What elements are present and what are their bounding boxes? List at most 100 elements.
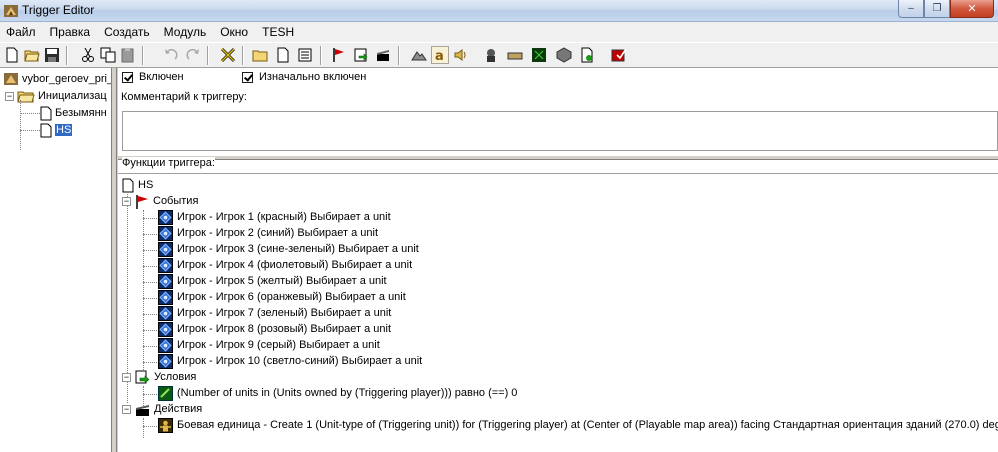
tree-category-label: Инициализац bbox=[38, 90, 107, 102]
new-comment-icon[interactable] bbox=[296, 46, 314, 64]
tree-item-label: HS bbox=[55, 124, 73, 136]
tree-map-label: vybor_geroev_pri_ bbox=[22, 73, 112, 85]
vertical-splitter[interactable] bbox=[112, 68, 117, 452]
player-event-icon bbox=[158, 305, 173, 321]
new-category-icon[interactable] bbox=[251, 46, 269, 64]
player-event-icon bbox=[158, 321, 173, 337]
enabled-checkbox[interactable]: Включен bbox=[122, 71, 184, 83]
action-row[interactable]: Боевая единица - Create 1 (Unit-type of … bbox=[158, 417, 998, 433]
new-trigger-icon[interactable] bbox=[274, 46, 292, 64]
event-row[interactable]: Игрок - Игрок 8 (розовый) Выбирает a uni… bbox=[158, 321, 391, 337]
close-button[interactable]: ✕ bbox=[950, 0, 994, 18]
tree-item-label: Безымянн bbox=[55, 107, 107, 119]
event-text: Игрок - Игрок 6 (оранжевый) Выбирает a u… bbox=[177, 291, 406, 303]
condition-icon bbox=[135, 370, 150, 384]
title-bar: Trigger Editor – ❐ ✕ bbox=[0, 0, 998, 22]
collapse-toggle[interactable]: − bbox=[122, 372, 131, 382]
event-row[interactable]: Игрок - Игрок 7 (зеленый) Выбирает a uni… bbox=[158, 305, 391, 321]
minimize-icon: – bbox=[908, 3, 914, 14]
delete-x-icon[interactable] bbox=[219, 46, 237, 64]
menu-create[interactable]: Создать bbox=[104, 25, 150, 39]
horizontal-splitter[interactable] bbox=[118, 155, 998, 160]
sound-editor-icon[interactable] bbox=[452, 46, 470, 64]
event-row[interactable]: Игрок - Игрок 4 (фиолетовый) Выбирает a … bbox=[158, 257, 412, 273]
svg-text:a: a bbox=[435, 49, 444, 63]
event-row[interactable]: Игрок - Игрок 5 (желтый) Выбирает a unit bbox=[158, 273, 387, 289]
menu-file[interactable]: Файл bbox=[6, 25, 36, 39]
menu-module[interactable]: Модуль bbox=[164, 25, 207, 39]
campaign-editor-icon[interactable] bbox=[506, 46, 524, 64]
event-text: Игрок - Игрок 3 (сине-зеленый) Выбирает … bbox=[177, 243, 419, 255]
collapse-toggle[interactable]: − bbox=[5, 91, 14, 101]
functions-root[interactable]: HS bbox=[122, 177, 153, 193]
event-text: Игрок - Игрок 7 (зеленый) Выбирает a uni… bbox=[177, 307, 392, 319]
event-text: Игрок - Игрок 2 (синий) Выбирает a unit bbox=[177, 227, 379, 239]
paste-icon[interactable] bbox=[119, 46, 137, 64]
event-row[interactable]: Игрок - Игрок 2 (синий) Выбирает a unit bbox=[158, 225, 378, 241]
menu-bar: Файл Правка Создать Модуль Окно TESH bbox=[0, 22, 998, 42]
trigger-file-icon bbox=[40, 123, 52, 137]
player-event-icon bbox=[158, 209, 173, 225]
toolbar: a bbox=[0, 42, 998, 68]
tree-map-root[interactable]: vybor_geroev_pri_ bbox=[3, 71, 112, 87]
player-event-icon bbox=[158, 353, 173, 369]
tree-item-hs[interactable]: HS bbox=[40, 122, 73, 138]
ai-editor-icon[interactable] bbox=[530, 46, 548, 64]
collapse-toggle[interactable]: − bbox=[122, 404, 131, 414]
events-label: События bbox=[153, 195, 199, 207]
player-event-icon bbox=[158, 337, 173, 353]
new-event-icon[interactable] bbox=[330, 46, 348, 64]
event-text: Игрок - Игрок 4 (фиолетовый) Выбирает a … bbox=[177, 259, 413, 271]
event-row[interactable]: Игрок - Игрок 3 (сине-зеленый) Выбирает … bbox=[158, 241, 419, 257]
menu-edit[interactable]: Правка bbox=[50, 25, 91, 39]
event-text: Игрок - Игрок 9 (серый) Выбирает a unit bbox=[177, 339, 380, 351]
redo-icon[interactable] bbox=[184, 46, 202, 64]
enabled-label: Включен bbox=[139, 71, 184, 83]
event-text: Игрок - Игрок 10 (светло-синий) Выбирает… bbox=[177, 355, 423, 367]
trigger-editor-icon[interactable]: a bbox=[431, 46, 449, 64]
open-folder-icon[interactable] bbox=[23, 46, 41, 64]
menu-tesh[interactable]: TESH bbox=[262, 25, 294, 39]
event-row[interactable]: Игрок - Игрок 10 (светло-синий) Выбирает… bbox=[158, 353, 422, 369]
event-text: Игрок - Игрок 5 (желтый) Выбирает a unit bbox=[177, 275, 387, 287]
events-section[interactable]: − События bbox=[122, 193, 198, 209]
maximize-button[interactable]: ❐ bbox=[924, 0, 950, 18]
condition-text: (Number of units in (Units owned by (Tri… bbox=[177, 387, 518, 399]
minimize-button[interactable]: – bbox=[898, 0, 924, 18]
app-icon bbox=[3, 3, 19, 19]
initially-on-checkbox[interactable]: Изначально включен bbox=[242, 71, 366, 83]
trigger-file-icon bbox=[122, 178, 134, 192]
comment-textarea[interactable] bbox=[122, 111, 998, 151]
conditions-section[interactable]: − Условия bbox=[122, 369, 196, 385]
collapse-toggle[interactable]: − bbox=[122, 196, 131, 206]
menu-window[interactable]: Окно bbox=[220, 25, 248, 39]
event-row[interactable]: Игрок - Игрок 1 (красный) Выбирает a uni… bbox=[158, 209, 391, 225]
close-icon: ✕ bbox=[967, 3, 977, 15]
checkbox-box[interactable] bbox=[242, 71, 253, 83]
action-clapper-icon bbox=[136, 404, 149, 416]
event-row[interactable]: Игрок - Игрок 6 (оранжевый) Выбирает a u… bbox=[158, 289, 406, 305]
undo-icon[interactable] bbox=[162, 46, 180, 64]
condition-row[interactable]: (Number of units in (Units owned by (Tri… bbox=[158, 385, 517, 401]
player-event-icon bbox=[158, 241, 173, 257]
tree-item-untitled[interactable]: Безымянн bbox=[40, 105, 107, 121]
cut-icon[interactable] bbox=[79, 46, 97, 64]
window-title: Trigger Editor bbox=[22, 3, 95, 17]
test-map-icon[interactable] bbox=[610, 46, 628, 64]
copy-icon[interactable] bbox=[99, 46, 117, 64]
actions-section[interactable]: − Действия bbox=[122, 401, 202, 417]
checkbox-box[interactable] bbox=[122, 71, 133, 83]
conditions-label: Условия bbox=[154, 371, 197, 383]
new-action-icon[interactable] bbox=[374, 46, 392, 64]
new-file-icon[interactable] bbox=[3, 46, 21, 64]
object-manager-icon[interactable] bbox=[555, 46, 573, 64]
object-editor-icon[interactable] bbox=[482, 46, 500, 64]
new-condition-icon[interactable] bbox=[352, 46, 370, 64]
terrain-editor-icon[interactable] bbox=[410, 46, 428, 64]
trigger-name: HS bbox=[138, 179, 154, 191]
event-text: Игрок - Игрок 1 (красный) Выбирает a uni… bbox=[177, 211, 391, 223]
trigger-details-panel: Включен Изначально включен Комментарий к… bbox=[118, 68, 998, 452]
import-manager-icon[interactable] bbox=[578, 46, 596, 64]
event-row[interactable]: Игрок - Игрок 9 (серый) Выбирает a unit bbox=[158, 337, 380, 353]
save-icon[interactable] bbox=[43, 46, 61, 64]
